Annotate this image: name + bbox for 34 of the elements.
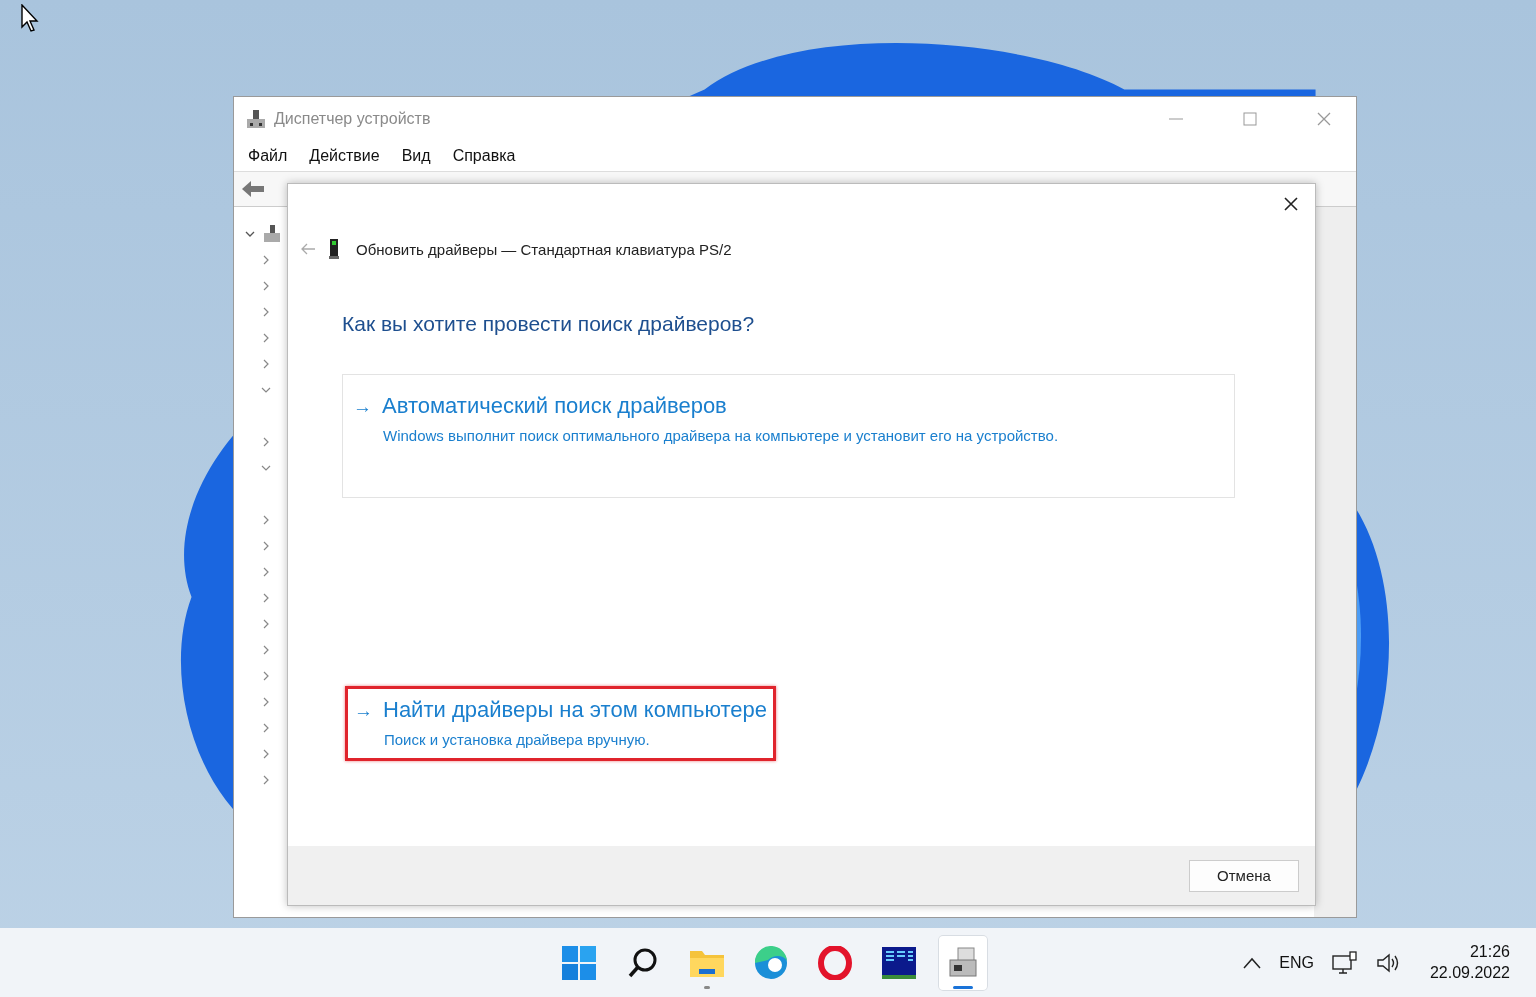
option-title: Автоматический поиск драйверов: [382, 393, 727, 419]
menu-item[interactable]: Справка: [452, 147, 516, 165]
option-description: Поиск и установка драйвера вручную.: [383, 730, 651, 748]
windows-logo-icon: [562, 945, 596, 980]
back-arrow-icon[interactable]: [240, 179, 266, 199]
option-title: Найти драйверы на этом компьютере: [383, 697, 768, 723]
mouse-pointer-icon: [21, 4, 39, 32]
search-icon: [627, 946, 659, 979]
question-heading: Как вы хотите провести поиск драйверов?: [341, 311, 756, 336]
computer-tree-icon: [264, 225, 280, 243]
clock-time[interactable]: 21:26: [1469, 943, 1510, 961]
menu-item[interactable]: Действие: [309, 147, 380, 165]
language-indicator[interactable]: ENG: [1279, 953, 1314, 972]
computer-tree-icon: [246, 109, 266, 129]
device-manager-icon: [946, 945, 980, 980]
chevron-up-icon[interactable]: [1243, 956, 1262, 969]
opera-o-icon: [818, 945, 852, 980]
performance-monitor-icon: [882, 946, 916, 979]
search-option-link[interactable]: → Автоматический поиск драйверов Windows выполнит поиск оптимального драйвера на компьютере и установит его на устройство.: [342, 374, 1235, 498]
window-title: Диспетчер устройств: [274, 110, 431, 128]
cancel-button[interactable]: Отмена: [1189, 859, 1299, 892]
keyboard-device-icon: [328, 238, 340, 260]
back-arrow-icon[interactable]: [300, 243, 316, 255]
network-monitor-icon[interactable]: [1331, 950, 1358, 975]
close-icon[interactable]: [1283, 196, 1299, 212]
menu-item[interactable]: Файл: [248, 147, 288, 165]
browser-swirl-icon: [754, 945, 788, 980]
menu-item[interactable]: Вид: [401, 147, 431, 165]
arrow-glyph: →: [354, 700, 373, 722]
option-description: Windows выполнит поиск оптимального драйвера на компьютере и установит его на устройство.: [382, 426, 1060, 444]
arrow-glyph: →: [353, 396, 372, 418]
clock-date[interactable]: 22.09.2022: [1429, 964, 1510, 982]
search-option-link[interactable]: → Найти драйверы на этом компьютере Поиск и установка драйвера вручную.: [345, 686, 777, 761]
dialog-title: Обновить драйверы — Стандартная клавиатура PS/2: [356, 240, 732, 258]
